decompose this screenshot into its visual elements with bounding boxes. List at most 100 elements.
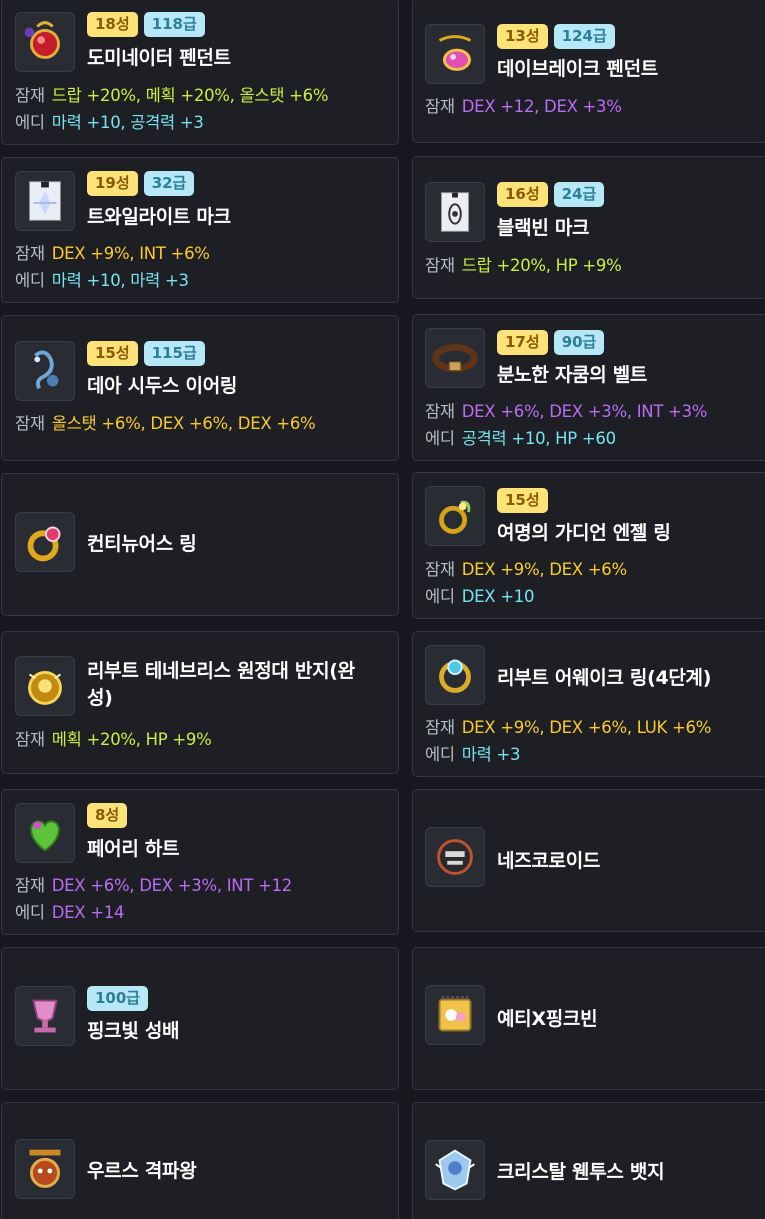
guardian-angel-ring-icon [425, 486, 485, 546]
item-name: 분노한 자쿰의 벨트 [497, 364, 648, 386]
item-card-dominator-pendant[interactable]: 18성 118급 도미네이터 펜던트 잠재 드랍 +20%, 메획 +20%, 올… [1, 0, 399, 145]
potential-line: 잠재 올스탯 +6%, DEX +6%, DEX +6% [15, 410, 316, 434]
item-card-tenebris-ring[interactable]: 리부트 테네브리스 원정대 반지(완성) 잠재 메획 +20%, HP +9% [1, 631, 399, 774]
potential-value: 올스탯 +6%, DEX +6%, DEX +6% [51, 414, 316, 433]
item-name: 핑크빛 성배 [87, 1020, 180, 1042]
item-name: 우르스 격파왕 [87, 1160, 197, 1182]
potential-value: 드랍 +20%, HP +9% [461, 256, 622, 275]
potential-line: 잠재 DEX +12, DEX +3% [425, 93, 622, 117]
additional-label: 에디 [15, 903, 45, 922]
additional-value: DEX +14 [51, 903, 125, 922]
urus-medal-icon [15, 1139, 75, 1199]
potential-label: 잠재 [15, 244, 45, 263]
item-card-dea-sidus-earring[interactable]: 15성 115급 데아 시두스 이어링 잠재 올스탯 +6%, DEX +6%, … [1, 315, 399, 461]
potential-value: DEX +6%, DEX +3%, INT +12 [51, 876, 293, 895]
star-badge: 16성 [497, 182, 548, 207]
additional-line: 에디 DEX +10 [425, 583, 534, 607]
item-card-crystal-ventus-badge[interactable]: 크리스탈 웬투스 뱃지 [412, 1102, 765, 1219]
additional-value: DEX +10 [461, 587, 535, 606]
item-card-yeti-pinkbean[interactable]: 예티X핑크빈 [412, 947, 765, 1090]
dominator-pendant-icon [15, 12, 75, 72]
item-name: 네즈코로이드 [497, 850, 601, 872]
potential-line: 잠재 드랍 +20%, 메획 +20%, 올스탯 +6% [15, 82, 329, 106]
nezcoroid-icon [425, 827, 485, 887]
grade-badge: 100급 [87, 986, 149, 1011]
item-card-pink-holy-cup[interactable]: 100급 핑크빛 성배 [1, 947, 399, 1090]
potential-line: 잠재 DEX +9%, DEX +6%, LUK +6% [425, 714, 711, 738]
additional-line: 에디 DEX +14 [15, 899, 124, 923]
item-card-nezcoroid[interactable]: 네즈코로이드 [412, 789, 765, 932]
grade-badge: 32급 [143, 171, 195, 196]
additional-label: 에디 [425, 587, 455, 606]
additional-label: 에디 [425, 745, 455, 764]
additional-label: 에디 [425, 429, 455, 448]
item-card-awake-ring[interactable]: 리부트 어웨이크 링(4단계) 잠재 DEX +9%, DEX +6%, LUK … [412, 631, 765, 777]
potential-label: 잠재 [15, 86, 45, 105]
grade-badge: 90급 [553, 330, 605, 355]
item-card-black-bean-mark[interactable]: 16성 24급 블랙빈 마크 잠재 드랍 +20%, HP +9% [412, 156, 765, 299]
item-name: 리부트 테네브리스 원정대 반지(완성) [87, 660, 355, 709]
item-name: 여명의 가디언 엔젤 링 [497, 522, 671, 544]
item-card-twilight-mark[interactable]: 19성 32급 트와일라이트 마크 잠재 DEX +9%, INT +6% 에디 마… [1, 157, 399, 303]
item-card-continuous-ring[interactable]: 컨티뉴어스 링 [1, 473, 399, 616]
star-badge: 17성 [497, 330, 548, 355]
star-badge: 18성 [87, 12, 138, 37]
potential-value: DEX +9%, DEX +6% [461, 560, 627, 579]
item-card-urus-medal[interactable]: 우르스 격파왕 [1, 1102, 399, 1219]
pink-holy-cup-icon [15, 986, 75, 1046]
star-badge: 19성 [87, 171, 138, 196]
potential-value: DEX +9%, DEX +6%, LUK +6% [461, 718, 712, 737]
item-name: 데아 시두스 이어링 [87, 375, 238, 397]
additional-line: 에디 마력 +10, 마력 +3 [15, 267, 189, 291]
item-name: 리부트 어웨이크 링(4단계) [497, 667, 712, 689]
potential-value: 드랍 +20%, 메획 +20%, 올스탯 +6% [51, 86, 329, 105]
item-name: 예티X핑크빈 [497, 1008, 598, 1030]
black-bean-mark-icon [425, 182, 485, 242]
awake-ring-icon [425, 645, 485, 705]
item-card-guardian-angel-ring[interactable]: 15성 여명의 가디언 엔젤 링 잠재 DEX +9%, DEX +6% 에디 DE… [412, 472, 765, 619]
additional-label: 에디 [15, 271, 45, 290]
potential-label: 잠재 [425, 402, 455, 421]
potential-label: 잠재 [425, 560, 455, 579]
additional-line: 에디 마력 +10, 공격력 +3 [15, 109, 204, 133]
potential-label: 잠재 [425, 97, 455, 116]
item-card-fairy-heart[interactable]: 8성 페어리 하트 잠재 DEX +6%, DEX +3%, INT +12 에디… [1, 789, 399, 935]
potential-line: 잠재 DEX +6%, DEX +3%, INT +12 [15, 872, 292, 896]
potential-value: 메획 +20%, HP +9% [51, 730, 212, 749]
potential-label: 잠재 [425, 718, 455, 737]
potential-label: 잠재 [15, 876, 45, 895]
potential-line: 잠재 DEX +9%, DEX +6% [425, 556, 627, 580]
potential-line: 잠재 DEX +9%, INT +6% [15, 240, 210, 264]
yeti-pinkbean-icon [425, 985, 485, 1045]
potential-value: DEX +6%, DEX +3%, INT +3% [461, 402, 708, 421]
grade-badge: 124급 [553, 24, 615, 49]
dea-sidus-earring-icon [15, 341, 75, 401]
grade-badge: 24급 [553, 182, 605, 207]
additional-label: 에디 [15, 113, 45, 132]
item-card-daybreak-pendant[interactable]: 13성 124급 데이브레이크 펜던트 잠재 DEX +12, DEX +3% [412, 0, 765, 143]
additional-line: 에디 마력 +3 [425, 741, 521, 765]
item-name: 페어리 하트 [87, 838, 180, 860]
potential-value: DEX +12, DEX +3% [461, 97, 622, 116]
item-name: 크리스탈 웬투스 뱃지 [497, 1161, 665, 1183]
daybreak-pendant-icon [425, 24, 485, 84]
item-name: 도미네이터 펜던트 [87, 47, 231, 69]
additional-line: 에디 공격력 +10, HP +60 [425, 425, 616, 449]
potential-label: 잠재 [425, 256, 455, 275]
continuous-ring-icon [15, 512, 75, 572]
potential-value: DEX +9%, INT +6% [51, 244, 210, 263]
potential-label: 잠재 [15, 414, 45, 433]
additional-value: 마력 +3 [461, 745, 521, 764]
grade-badge: 115급 [143, 341, 205, 366]
item-name: 데이브레이크 펜던트 [497, 58, 658, 80]
twilight-mark-icon [15, 171, 75, 231]
crystal-ventus-badge-icon [425, 1140, 485, 1200]
item-name: 트와일라이트 마크 [87, 206, 231, 228]
item-card-zakum-belt[interactable]: 17성 90급 분노한 자쿰의 벨트 잠재 DEX +6%, DEX +3%, I… [412, 314, 765, 461]
potential-label: 잠재 [15, 730, 45, 749]
additional-value: 마력 +10, 마력 +3 [51, 271, 189, 290]
tenebris-ring-icon [15, 656, 75, 716]
grade-badge: 118급 [143, 12, 205, 37]
zakum-belt-icon [425, 328, 485, 388]
item-name: 블랙빈 마크 [497, 217, 590, 239]
